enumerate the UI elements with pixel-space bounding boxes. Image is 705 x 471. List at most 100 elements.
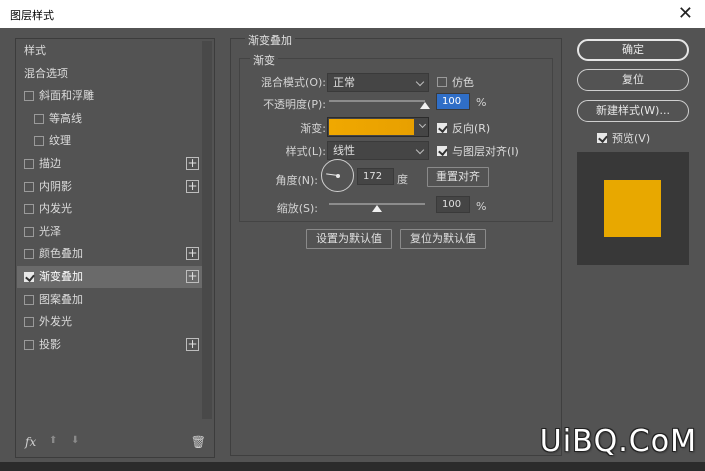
scale-unit: %	[476, 200, 487, 213]
opacity-label: 不透明度(P):	[263, 98, 326, 111]
style-list-item-label: 混合选项	[24, 66, 68, 80]
style-list-item-label: 样式	[24, 44, 46, 57]
dither-checkbox-box[interactable]	[437, 77, 447, 87]
style-list-item-checkbox[interactable]	[24, 181, 34, 192]
group-title: 渐变	[250, 52, 278, 68]
style-list-item[interactable]: 样式	[17, 40, 202, 62]
reverse-label: 反向(R)	[452, 122, 491, 135]
add-icon[interactable]: +	[186, 270, 199, 283]
chevron-down-icon	[415, 77, 425, 87]
opacity-input[interactable]: 100	[436, 93, 470, 110]
style-list-item-checkbox[interactable]	[24, 272, 34, 282]
move-down-icon[interactable]: ⬇	[71, 435, 79, 446]
window-bottom-edge	[0, 462, 705, 471]
ok-button[interactable]: 确定	[577, 39, 689, 61]
style-list-item-checkbox[interactable]	[34, 113, 44, 124]
style-list-item-checkbox[interactable]	[24, 204, 34, 215]
scale-input[interactable]: 100	[436, 196, 470, 213]
add-icon[interactable]: +	[186, 247, 199, 261]
style-list-item[interactable]: 渐变叠加 +	[17, 266, 202, 288]
opacity-slider-thumb[interactable]	[420, 102, 430, 109]
angle-dial[interactable]	[321, 159, 354, 192]
style-list-item[interactable]: 图案叠加	[17, 289, 202, 311]
style-list-item[interactable]: 颜色叠加 +	[17, 243, 202, 265]
chevron-down-icon[interactable]	[418, 120, 427, 129]
style-list-item[interactable]: 斜面和浮雕	[17, 85, 202, 107]
style-list-item-checkbox[interactable]	[24, 159, 34, 169]
preview-swatch	[604, 180, 661, 237]
fx-icon[interactable]: fx	[25, 435, 36, 449]
gradient-label: 渐变:	[300, 122, 326, 135]
align-layer-checkbox-box[interactable]	[437, 146, 447, 156]
style-list-item-label: 投影	[39, 337, 61, 351]
title-bar: 图层样式 ✕	[0, 0, 705, 28]
reset-default-button[interactable]: 复位为默认值	[400, 229, 486, 249]
style-list-item[interactable]: 光泽	[17, 221, 202, 243]
style-list-item-checkbox[interactable]	[24, 317, 34, 328]
style-list-item-checkbox[interactable]	[34, 136, 44, 147]
style-list-item-label: 图案叠加	[39, 292, 83, 306]
preview-label: 预览(V)	[612, 132, 651, 145]
angle-unit: 度	[397, 173, 408, 186]
dither-checkbox[interactable]: 仿色	[437, 74, 474, 90]
preview-checkbox-box[interactable]	[597, 133, 607, 143]
trash-icon[interactable]: 🗑	[191, 435, 206, 449]
angle-input[interactable]: 172	[357, 168, 394, 185]
close-icon[interactable]: ✕	[678, 3, 693, 24]
style-list-item-label: 描边	[39, 157, 61, 170]
style-select[interactable]: 线性	[327, 141, 429, 160]
style-list: 样式混合选项斜面和浮雕 等高线纹理描边 + 内阴影 + 内发光光泽颜色叠加 + 渐变叠加 + 图案…	[15, 38, 215, 458]
angle-label: 角度(N):	[275, 174, 318, 187]
style-list-item[interactable]: 外发光	[17, 311, 202, 333]
watermark: UiBQ.CoM	[539, 424, 697, 459]
add-icon[interactable]: +	[186, 337, 199, 351]
reverse-checkbox[interactable]: 反向(R)	[437, 120, 490, 136]
align-layer-label: 与图层对齐(I)	[452, 145, 519, 158]
section-title: 渐变叠加	[245, 32, 295, 48]
style-list-item-label: 颜色叠加	[39, 247, 83, 261]
style-preview	[577, 152, 689, 265]
style-list-item[interactable]: 投影 +	[17, 334, 202, 356]
reset-button[interactable]: 复位	[577, 69, 689, 91]
set-default-button[interactable]: 设置为默认值	[306, 229, 392, 249]
style-list-item[interactable]: 内阴影 +	[17, 176, 202, 198]
new-style-button[interactable]: 新建样式(W)...	[577, 100, 689, 122]
style-list-item[interactable]: 等高线	[17, 108, 202, 130]
reverse-checkbox-box[interactable]	[437, 123, 447, 133]
style-list-item-label: 内发光	[39, 202, 72, 216]
style-list-item-label: 渐变叠加	[39, 270, 83, 283]
style-list-item-checkbox[interactable]	[24, 91, 34, 102]
blend-mode-label: 混合模式(O):	[261, 76, 326, 89]
reset-align-button[interactable]: 重置对齐	[427, 167, 489, 187]
move-up-icon[interactable]: ⬆	[49, 435, 57, 446]
opacity-unit: %	[476, 96, 487, 109]
preview-checkbox[interactable]: 预览(V)	[597, 130, 650, 146]
style-list-item[interactable]: 内发光	[17, 198, 202, 220]
style-list-item[interactable]: 描边 +	[17, 153, 202, 175]
style-list-item-checkbox[interactable]	[24, 294, 34, 305]
gradient-overlay-panel: 渐变叠加 渐变 混合模式(O): 正常 仿色 不透明度(P): 100 % 渐变…	[230, 32, 562, 456]
window-title: 图层样式	[10, 9, 54, 22]
blend-mode-value: 正常	[333, 76, 355, 89]
gradient-picker[interactable]	[327, 117, 429, 137]
opacity-slider[interactable]	[329, 100, 425, 102]
style-list-footer: fx ⬆ ⬇ 🗑	[16, 429, 214, 457]
scale-slider-thumb[interactable]	[372, 205, 382, 212]
add-icon[interactable]: +	[186, 157, 199, 170]
blend-mode-select[interactable]: 正常	[327, 73, 429, 92]
style-list-item-label: 内阴影	[39, 179, 72, 193]
align-layer-checkbox[interactable]: 与图层对齐(I)	[437, 143, 519, 159]
style-label: 样式(L):	[285, 145, 326, 158]
style-list-item-checkbox[interactable]	[24, 339, 34, 350]
scrollbar[interactable]	[202, 41, 212, 419]
style-list-item[interactable]: 纹理	[17, 130, 202, 152]
style-list-item-checkbox[interactable]	[24, 249, 34, 260]
add-icon[interactable]: +	[186, 179, 199, 193]
style-list-item[interactable]: 混合选项	[17, 63, 202, 85]
gradient-group: 渐变 混合模式(O): 正常 仿色 不透明度(P): 100 % 渐变: 反向(…	[239, 52, 553, 222]
style-list-item-checkbox[interactable]	[24, 226, 34, 237]
gradient-preview[interactable]	[329, 119, 414, 135]
style-list-item-label: 纹理	[49, 134, 71, 148]
style-value: 线性	[333, 144, 355, 157]
style-list-item-label: 光泽	[39, 224, 61, 238]
